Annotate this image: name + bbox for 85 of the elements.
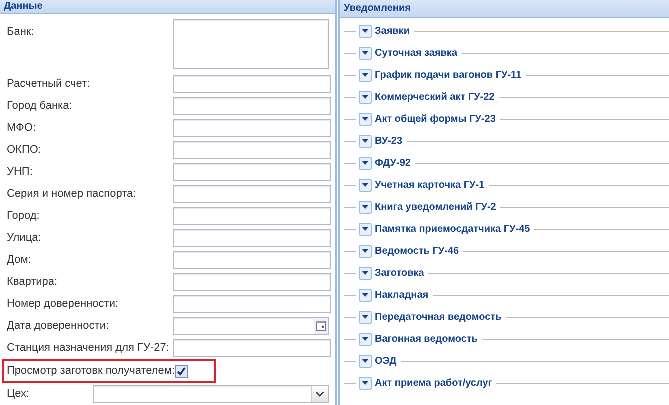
expand-toggle[interactable] <box>359 24 372 38</box>
caret-icon <box>362 249 369 253</box>
fieldset-title[interactable]: ВУ-23 <box>375 136 403 146</box>
field-label: Номер доверенности: <box>7 298 120 310</box>
expand-toggle[interactable] <box>359 376 372 390</box>
caret-icon <box>362 381 369 385</box>
expand-toggle[interactable] <box>359 156 372 170</box>
calendar-icon[interactable] <box>314 318 328 334</box>
field-label: Цех: <box>7 388 31 400</box>
expand-toggle[interactable] <box>359 200 372 214</box>
checkbox[interactable] <box>175 364 188 378</box>
panel-title: Данные <box>4 1 43 12</box>
expand-toggle[interactable] <box>359 266 372 280</box>
expand-toggle[interactable] <box>359 244 372 258</box>
caret-icon <box>362 51 369 55</box>
panel-title: Уведомления <box>344 3 411 14</box>
caret-icon <box>362 359 369 363</box>
caret-icon <box>362 227 369 231</box>
input-field[interactable] <box>173 97 331 115</box>
fieldset-title[interactable]: Учетная карточка ГУ-1 <box>375 180 485 190</box>
expand-toggle[interactable] <box>359 222 372 236</box>
date-field[interactable] <box>173 317 329 335</box>
caret-icon <box>362 293 369 297</box>
caret-icon <box>362 139 369 143</box>
input-field[interactable] <box>173 141 331 159</box>
input-field[interactable] <box>173 339 331 357</box>
chevron-down-icon[interactable] <box>311 386 328 402</box>
field-label: Улица: <box>7 232 42 244</box>
input-field[interactable] <box>173 75 331 93</box>
input-field[interactable] <box>173 207 331 225</box>
input-field[interactable] <box>173 163 331 181</box>
input-field[interactable] <box>173 295 331 313</box>
field-label: Расчетный счет: <box>7 78 92 90</box>
input-field[interactable] <box>173 273 331 291</box>
input-field[interactable] <box>173 251 331 269</box>
caret-icon <box>362 95 369 99</box>
expand-toggle[interactable] <box>359 46 372 60</box>
fieldset-title[interactable]: Заявки <box>375 26 410 36</box>
fieldset-title[interactable]: Заготовка <box>375 268 424 278</box>
expand-toggle[interactable] <box>359 90 372 104</box>
caret-icon <box>362 271 369 275</box>
fieldset-title[interactable]: Книга уведомлений ГУ-2 <box>375 202 496 212</box>
fieldset-title[interactable]: Вагонная ведомость <box>375 334 478 344</box>
field-label: Дом: <box>7 254 32 266</box>
input-field[interactable] <box>173 185 331 203</box>
expand-toggle[interactable] <box>359 310 372 324</box>
expand-toggle[interactable] <box>359 68 372 82</box>
fieldset-title[interactable]: Акт общей формы ГУ-23 <box>375 114 496 124</box>
expand-toggle[interactable] <box>359 112 372 126</box>
caret-icon <box>362 161 369 165</box>
expand-toggle[interactable] <box>359 178 372 192</box>
fieldset-title[interactable]: Акт приема работ/услуг <box>375 378 492 388</box>
fieldset-title[interactable]: График подачи вагонов ГУ-11 <box>375 70 522 80</box>
fieldset-title[interactable]: Ведомость ГУ-46 <box>375 246 460 256</box>
field-label: ОКПО: <box>7 144 42 156</box>
caret-icon <box>362 183 369 187</box>
input-field[interactable] <box>173 119 331 137</box>
caret-icon <box>362 73 369 77</box>
fieldset-title[interactable]: Передаточная ведомость <box>375 312 502 322</box>
caret-icon <box>362 337 369 341</box>
caret-icon <box>362 29 369 33</box>
field-label: Город: <box>7 210 41 222</box>
fieldset-title[interactable]: Накладная <box>375 290 429 300</box>
field-label: Станция назначения для ГУ-27: <box>7 342 170 354</box>
field-label: МФО: <box>7 122 38 134</box>
expand-toggle[interactable] <box>359 354 372 368</box>
field-label: Город банка: <box>7 100 74 112</box>
fieldset-title[interactable]: Коммерческий акт ГУ-22 <box>375 92 495 102</box>
field-label: Дата доверенности: <box>7 320 110 332</box>
field-label: УНП: <box>7 166 34 178</box>
field-label: Просмотр заготовк получателем: <box>7 365 175 377</box>
caret-icon <box>362 117 369 121</box>
expand-toggle[interactable] <box>359 288 372 302</box>
field-label: Серия и номер паспорта: <box>7 188 138 200</box>
caret-icon <box>362 315 369 319</box>
field-label: Банк: <box>7 26 36 38</box>
field-label: Квартира: <box>7 276 59 288</box>
expand-toggle[interactable] <box>359 134 372 148</box>
fieldset-title[interactable]: ФДУ-92 <box>375 158 411 168</box>
fieldset-title[interactable]: Памятка приемосдатчика ГУ-45 <box>375 224 530 234</box>
fieldset-title[interactable]: Суточная заявка <box>375 48 458 58</box>
fieldset-title[interactable]: ОЭД <box>375 356 397 366</box>
input-field[interactable] <box>173 229 331 247</box>
expand-toggle[interactable] <box>359 332 372 346</box>
caret-icon <box>362 205 369 209</box>
